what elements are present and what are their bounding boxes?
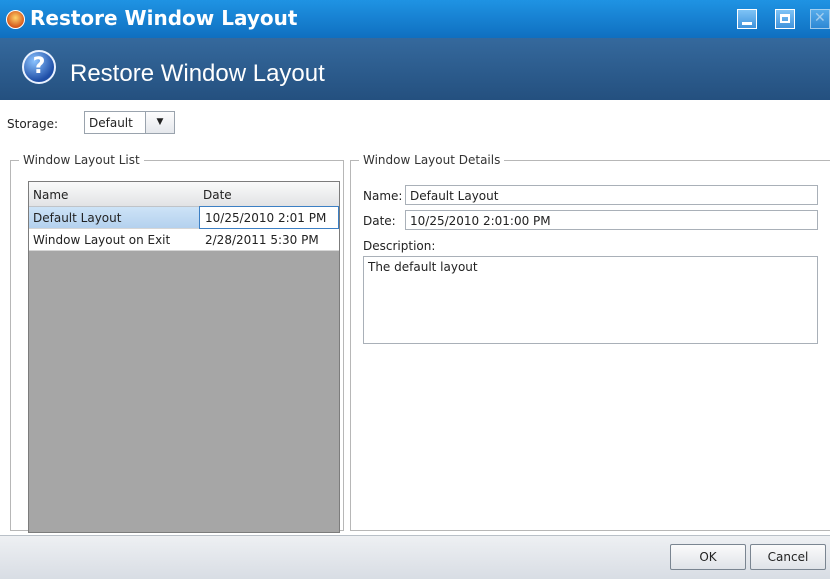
maximize-button[interactable]: [775, 9, 795, 29]
cancel-button[interactable]: Cancel: [750, 544, 826, 570]
row-name: Window Layout on Exit: [33, 233, 171, 247]
storage-dropdown[interactable]: Default ▼: [84, 111, 175, 134]
row-name: Default Layout: [33, 211, 122, 225]
chevron-down-icon[interactable]: ▼: [145, 112, 174, 133]
description-label: Description:: [363, 239, 436, 253]
date-field[interactable]: 10/25/2010 2:01:00 PM: [405, 210, 818, 230]
date-value: 10/25/2010 2:01:00 PM: [410, 214, 551, 228]
ok-button[interactable]: OK: [670, 544, 746, 570]
header-title: Restore Window Layout: [70, 60, 325, 87]
name-label: Name:: [363, 189, 403, 203]
window-layout-list-legend: Window Layout List: [23, 153, 140, 167]
window-layout-list-group: Window Layout List Name Date Default Lay…: [10, 153, 344, 533]
column-header-name[interactable]: Name: [33, 188, 68, 202]
row-date: 2/28/2011 5:30 PM: [205, 233, 319, 247]
storage-label: Storage:: [7, 117, 58, 131]
dialog-header: ? Restore Window Layout: [0, 38, 830, 100]
table-row[interactable]: Default Layout 10/25/2010 2:01 PM: [29, 206, 339, 229]
date-label: Date:: [363, 214, 396, 228]
layout-list-grid[interactable]: Name Date Default Layout 10/25/2010 2:01…: [28, 181, 340, 533]
dialog-footer: OK Cancel: [0, 535, 830, 579]
description-value: The default layout: [368, 260, 478, 274]
description-textarea[interactable]: The default layout: [363, 256, 818, 344]
app-icon: [6, 10, 25, 29]
window-title: Restore Window Layout: [30, 6, 298, 30]
row-date: 10/25/2010 2:01 PM: [205, 211, 327, 225]
window-layout-details-group: Window Layout Details Name: Default Layo…: [350, 153, 830, 531]
minimize-button[interactable]: [737, 9, 757, 29]
table-row[interactable]: Window Layout on Exit 2/28/2011 5:30 PM: [29, 229, 339, 251]
column-header-date[interactable]: Date: [203, 188, 232, 202]
name-value: Default Layout: [410, 189, 499, 203]
title-bar[interactable]: Restore Window Layout: [0, 0, 830, 38]
help-icon: ?: [22, 50, 56, 84]
storage-value: Default: [89, 116, 133, 130]
name-field[interactable]: Default Layout: [405, 185, 818, 205]
grid-header: Name Date: [29, 182, 339, 207]
close-button[interactable]: [810, 9, 830, 29]
window-layout-details-legend: Window Layout Details: [363, 153, 501, 167]
